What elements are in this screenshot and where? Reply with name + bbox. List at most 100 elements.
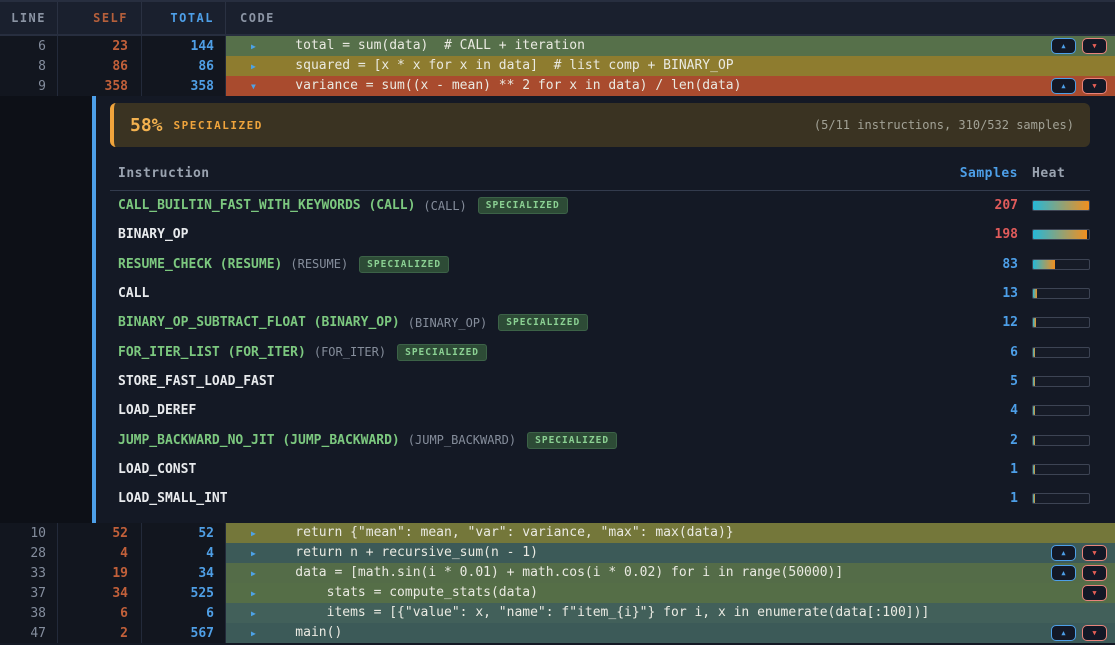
row-nav-buttons: ▲▼ <box>1051 38 1107 54</box>
line-number: 8 <box>0 56 58 76</box>
self-samples: 52 <box>58 523 142 543</box>
specialization-summary-panel: 58% SPECIALIZED (5/11 instructions, 310/… <box>110 103 1090 147</box>
instruction-samples: 2 <box>948 433 1018 448</box>
instruction-name-group: STORE_FAST_LOAD_FAST <box>118 374 948 389</box>
code-cell[interactable]: ▶ return n + recursive_sum(n - 1)▲▼ <box>226 543 1115 563</box>
code-cell[interactable]: ▼ variance = sum((x - mean) ** 2 for x i… <box>226 76 1115 96</box>
expand-expander-icon[interactable]: ▶ <box>251 42 264 51</box>
code-cell[interactable]: ▶ main() ▲ ▼ <box>226 623 1115 643</box>
self-samples: 358 <box>58 76 142 96</box>
row-nav-buttons: ▲▼ <box>1051 545 1107 561</box>
instruction-samples: 83 <box>948 257 1018 272</box>
row-nav-buttons: ▲▼ <box>1051 565 1107 581</box>
code-text: squared = [x * x for x in data] # list c… <box>264 56 734 76</box>
heat-bar-fill <box>1033 494 1035 503</box>
expand-expander-icon[interactable]: ▶ <box>251 529 264 538</box>
instruction-name-group: LOAD_SMALL_INT <box>118 491 948 506</box>
code-cell[interactable]: ▶ return {"mean": mean, "var": variance,… <box>226 523 1115 543</box>
code-text: total = sum(data) # CALL + iteration <box>264 36 585 56</box>
specialized-badge: SPECIALIZED <box>397 344 487 361</box>
specialized-badge: SPECIALIZED <box>359 256 449 273</box>
instruction-name: LOAD_SMALL_INT <box>118 491 228 506</box>
instruction-name: CALL_BUILTIN_FAST_WITH_KEYWORDS (CALL) <box>118 198 415 213</box>
jump-down-button[interactable]: ▼ <box>1082 78 1107 94</box>
total-samples: 34 <box>142 563 226 583</box>
instruction-name: CALL <box>118 286 149 301</box>
expand-expander-icon[interactable]: ▶ <box>251 62 264 71</box>
jump-up-button[interactable]: ▲ <box>1051 38 1076 54</box>
heat-bar-fill <box>1033 201 1089 210</box>
instruction-name-group: JUMP_BACKWARD_NO_JIT (JUMP_BACKWARD) (JUM… <box>118 432 948 449</box>
self-samples: 34 <box>58 583 142 603</box>
code-cell[interactable]: ▶ items = [{"value": x, "name": f"item_{… <box>226 603 1115 623</box>
instruction-name: JUMP_BACKWARD_NO_JIT (JUMP_BACKWARD) <box>118 433 400 448</box>
code-text: return {"mean": mean, "var": variance, "… <box>264 523 734 543</box>
instruction-row: BINARY_OP_SUBTRACT_FLOAT (BINARY_OP)(BIN… <box>110 308 1090 337</box>
heat-bar-fill <box>1033 230 1087 239</box>
total-samples: 4 <box>142 543 226 563</box>
profiler-view: LINE SELF TOTAL CODE 623144▶ total = sum… <box>0 0 1115 645</box>
specialized-badge: SPECIALIZED <box>527 432 617 449</box>
jump-down-button[interactable]: ▼ <box>1082 585 1107 601</box>
expand-expander-icon[interactable]: ▶ <box>251 609 264 618</box>
code-cell[interactable]: ▶ data = [math.sin(i * 0.01) + math.cos(… <box>226 563 1115 583</box>
heat-bar <box>1032 405 1090 416</box>
code-text: main() <box>264 623 342 643</box>
heat-bar <box>1032 259 1090 270</box>
jump-up-button[interactable]: ▲ <box>1051 545 1076 561</box>
instruction-samples: 207 <box>948 198 1018 213</box>
heat-bar <box>1032 317 1090 328</box>
instruction-name-group: RESUME_CHECK (RESUME)(RESUME)SPECIALIZED <box>118 256 948 273</box>
instruction-samples: 6 <box>948 345 1018 360</box>
instruction-name: FOR_ITER_LIST (FOR_ITER) <box>118 345 306 360</box>
instruction-name: BINARY_OP_SUBTRACT_FLOAT (BINARY_OP) <box>118 315 400 330</box>
total-samples: 144 <box>142 36 226 56</box>
instruction-table-body: CALL_BUILTIN_FAST_WITH_KEYWORDS (CALL)(C… <box>110 191 1090 513</box>
expanded-content: 58% SPECIALIZED (5/11 instructions, 310/… <box>96 96 1115 523</box>
code-text: return n + recursive_sum(n - 1) <box>264 543 538 563</box>
collapse-expander-icon[interactable]: ▼ <box>251 82 264 91</box>
instruction-name: STORE_FAST_LOAD_FAST <box>118 374 275 389</box>
code-cell[interactable]: ▶ total = sum(data) # CALL + iteration▲▼ <box>226 36 1115 56</box>
instruction-name-group: BINARY_OP <box>118 227 948 242</box>
instruction-row: CALL_BUILTIN_FAST_WITH_KEYWORDS (CALL)(C… <box>110 191 1090 220</box>
instruction-family: (FOR_ITER) <box>314 345 386 359</box>
jump-up-button[interactable]: ▲ <box>1051 625 1076 641</box>
self-samples: 6 <box>58 603 142 623</box>
column-header-code: CODE <box>226 2 1115 34</box>
expand-expander-icon[interactable]: ▶ <box>251 569 264 578</box>
code-row-line-8: 88686▶ squared = [x * x for x in data] #… <box>0 56 1115 76</box>
expand-expander-icon[interactable]: ▶ <box>251 589 264 598</box>
expand-expander-icon[interactable]: ▶ <box>251 549 264 558</box>
heat-column-header: Heat <box>1032 166 1090 181</box>
line-number: 10 <box>0 523 58 543</box>
heat-bar-fill <box>1033 436 1035 445</box>
self-samples: 4 <box>58 543 142 563</box>
instruction-row: BINARY_OP198 <box>110 220 1090 249</box>
jump-up-button[interactable]: ▲ <box>1051 565 1076 581</box>
instruction-family: (JUMP_BACKWARD) <box>408 433 516 447</box>
code-cell[interactable]: ▶ squared = [x * x for x in data] # list… <box>226 56 1115 76</box>
code-cell[interactable]: ▶ stats = compute_stats(data)▼ <box>226 583 1115 603</box>
instruction-name: LOAD_CONST <box>118 462 196 477</box>
specialization-note: (5/11 instructions, 310/532 samples) <box>814 118 1074 132</box>
total-samples: 52 <box>142 523 226 543</box>
jump-down-button[interactable]: ▼ <box>1082 545 1107 561</box>
expand-expander-icon[interactable]: ▶ <box>251 629 264 638</box>
jump-up-button[interactable]: ▲ <box>1051 78 1076 94</box>
heat-bar <box>1032 288 1090 299</box>
jump-down-button[interactable]: ▼ <box>1082 625 1107 641</box>
instruction-name: BINARY_OP <box>118 227 188 242</box>
jump-down-button[interactable]: ▼ <box>1082 565 1107 581</box>
code-row-line-37: 3734525▶ stats = compute_stats(data)▼ <box>0 583 1115 603</box>
jump-down-button[interactable]: ▼ <box>1082 38 1107 54</box>
instruction-name-group: LOAD_CONST <box>118 462 948 477</box>
heat-bar <box>1032 376 1090 387</box>
instruction-row: RESUME_CHECK (RESUME)(RESUME)SPECIALIZED… <box>110 250 1090 279</box>
code-row-line-10: 105252▶ return {"mean": mean, "var": var… <box>0 523 1115 543</box>
total-samples: 6 <box>142 603 226 623</box>
self-samples: 23 <box>58 36 142 56</box>
heat-bar-fill <box>1033 348 1035 357</box>
heat-bar <box>1032 229 1090 240</box>
heat-bar <box>1032 464 1090 475</box>
